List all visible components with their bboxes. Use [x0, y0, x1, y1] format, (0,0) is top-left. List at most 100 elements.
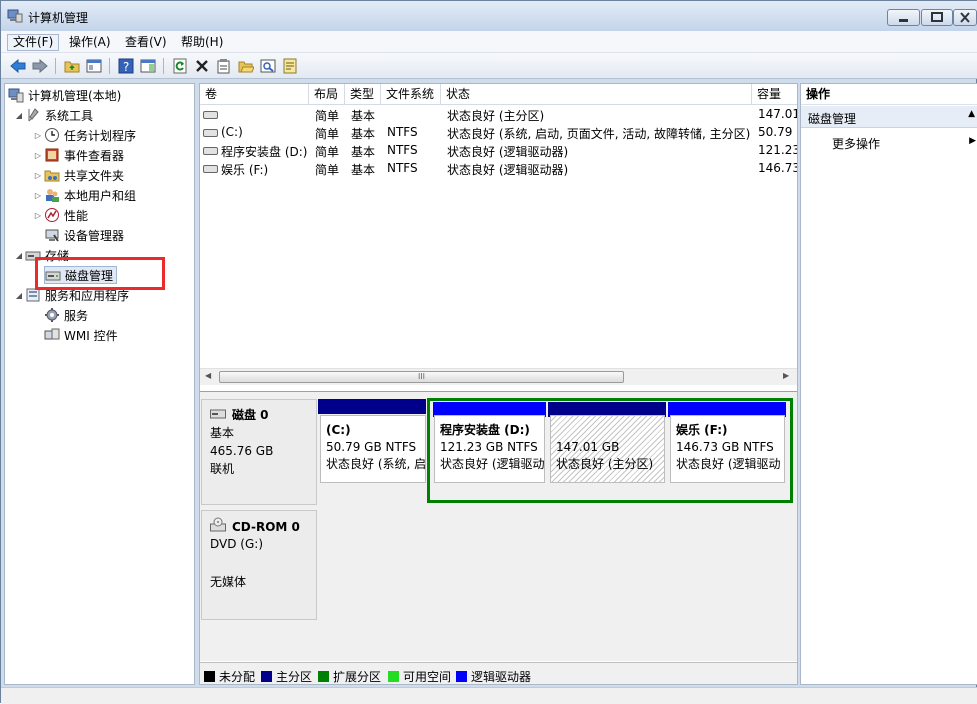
- table-cell-status: 状态良好 (逻辑驱动器): [447, 163, 569, 177]
- menu-view[interactable]: 查看(V): [119, 34, 173, 51]
- tree-label: 系统工具: [45, 108, 94, 123]
- users-icon: [44, 187, 60, 203]
- partition-d[interactable]: 程序安装盘 (D:) 121.23 GB NTFS 状态良好 (逻辑驱动: [434, 415, 545, 483]
- column-header-filesystem[interactable]: 文件系统: [381, 84, 441, 105]
- legend-swatch: [318, 671, 329, 682]
- show-tree-icon[interactable]: [85, 57, 103, 75]
- partition-size: 147.01 GB: [556, 440, 620, 454]
- tree-item-event-viewer[interactable]: ▷ 事件查看器: [32, 146, 124, 164]
- collapse-arrow-icon[interactable]: ▲: [968, 109, 975, 119]
- partition-primary[interactable]: 147.01 GB 状态良好 (主分区): [550, 415, 665, 483]
- partition-status: 状态良好 (系统, 启: [326, 457, 426, 471]
- tree-item-system-tools[interactable]: ◢ 系统工具: [13, 106, 93, 124]
- toolbar: ?: [1, 53, 977, 79]
- table-cell-type: 基本: [351, 145, 376, 159]
- expanded-arrow-icon[interactable]: ◢: [13, 111, 25, 120]
- tree-item-computer-management[interactable]: 计算机管理(本地): [8, 86, 121, 104]
- menu-file[interactable]: 文件(F): [7, 34, 60, 51]
- more-actions-item[interactable]: 更多操作 ▶: [801, 134, 977, 152]
- disk-management-pane: 卷 布局 类型 文件系统 状态 容量 简单 基本 状态良好 (主分区) 147.01(…: [199, 83, 798, 685]
- tree-item-local-users[interactable]: ▷ 本地用户和组: [32, 186, 136, 204]
- scroll-right-arrow-icon[interactable]: ▶: [783, 371, 789, 380]
- collapsed-arrow-icon[interactable]: ▷: [32, 151, 44, 160]
- export-icon[interactable]: [281, 57, 299, 75]
- legend-label: 扩展分区: [333, 670, 382, 684]
- collapsed-arrow-icon[interactable]: ▷: [32, 131, 44, 140]
- tree-item-wmi-control[interactable]: WMI 控件: [44, 326, 118, 344]
- expanded-arrow-icon[interactable]: ◢: [13, 291, 25, 300]
- tree-item-device-manager[interactable]: 设备管理器: [44, 226, 124, 244]
- refresh-icon[interactable]: [171, 57, 189, 75]
- event-viewer-icon: [44, 147, 60, 163]
- tree-label: 计算机管理(本地): [28, 88, 122, 103]
- volume-list-header: 卷 布局 类型 文件系统 状态 容量: [200, 84, 797, 105]
- cdrom-0-state: 无媒体: [210, 575, 247, 589]
- close-button[interactable]: [953, 9, 977, 26]
- help-icon[interactable]: ?: [117, 57, 135, 75]
- menu-action[interactable]: 操作(A): [63, 34, 117, 51]
- tree-item-services[interactable]: 服务: [44, 306, 88, 324]
- disk-0-label[interactable]: 磁盘 0 基本 465.76 GB 联机: [201, 399, 317, 505]
- legend-label: 逻辑驱动器: [471, 670, 532, 684]
- open-icon[interactable]: [237, 57, 255, 75]
- disk-0-size: 465.76 GB: [210, 444, 274, 458]
- table-row[interactable]: 娱乐 (F:) 简单 基本 NTFS 状态良好 (逻辑驱动器) 146.73: [200, 160, 797, 178]
- column-header-volume[interactable]: 卷: [200, 84, 309, 105]
- collapsed-arrow-icon[interactable]: ▷: [32, 211, 44, 220]
- scroll-left-arrow-icon[interactable]: ◀: [205, 371, 211, 380]
- column-header-type[interactable]: 类型: [345, 84, 381, 105]
- tree-item-shared-folders[interactable]: ▷ 共享文件夹: [32, 166, 124, 184]
- minimize-button[interactable]: [887, 9, 920, 26]
- legend-item: 扩展分区: [318, 668, 381, 685]
- disk-icon: [210, 408, 226, 422]
- performance-icon: [44, 207, 60, 223]
- properties-icon[interactable]: [215, 57, 233, 75]
- back-icon[interactable]: [9, 57, 27, 75]
- partition-f[interactable]: 娱乐 (F:) 146.73 GB NTFS 状态良好 (逻辑驱动: [670, 415, 785, 483]
- actions-section-disk-management[interactable]: 磁盘管理 ▲: [801, 106, 977, 128]
- toolbar-separator: [55, 58, 56, 74]
- maximize-button[interactable]: [921, 9, 953, 26]
- column-header-layout[interactable]: 布局: [309, 84, 345, 105]
- shared-folder-icon: [44, 167, 60, 183]
- expanded-arrow-icon[interactable]: ◢: [13, 251, 25, 260]
- status-bar: [1, 687, 977, 704]
- tree-label: 性能: [64, 208, 89, 223]
- tree-item-performance[interactable]: ▷ 性能: [32, 206, 88, 224]
- table-cell-vol: (C:): [221, 125, 243, 139]
- column-header-status[interactable]: 状态: [441, 84, 752, 105]
- search-icon[interactable]: [259, 57, 277, 75]
- tree-item-task-scheduler[interactable]: ▷ 任务计划程序: [32, 126, 136, 144]
- table-cell-layout: 简单: [315, 109, 340, 123]
- partition-c[interactable]: (C:) 50.79 GB NTFS 状态良好 (系统, 启: [320, 415, 426, 483]
- system-tools-icon: [25, 107, 41, 123]
- show-action-pane-icon[interactable]: [139, 57, 157, 75]
- volume-icon: [203, 165, 218, 173]
- delete-icon[interactable]: [193, 57, 211, 75]
- actions-pane: 操作 磁盘管理 ▲ 更多操作 ▶: [800, 83, 977, 685]
- table-row[interactable]: 简单 基本 状态良好 (主分区) 147.01: [200, 106, 797, 124]
- table-row[interactable]: 程序安装盘 (D:) 简单 基本 NTFS 状态良好 (逻辑驱动器) 121.23: [200, 142, 797, 160]
- horizontal-scrollbar[interactable]: ◀ III ▶: [200, 368, 797, 385]
- up-folder-icon[interactable]: [63, 57, 81, 75]
- collapsed-arrow-icon[interactable]: ▷: [32, 171, 44, 180]
- table-cell-status: 状态良好 (逻辑驱动器): [447, 145, 569, 159]
- forward-icon[interactable]: [31, 57, 49, 75]
- submenu-arrow-icon: ▶: [969, 136, 976, 146]
- scrollbar-thumb[interactable]: III: [219, 371, 624, 383]
- menu-help[interactable]: 帮助(H): [175, 34, 229, 51]
- tree-label: 设备管理器: [64, 228, 125, 243]
- table-row[interactable]: (C:) 简单 基本 NTFS 状态良好 (系统, 启动, 页面文件, 活动, 故障转储…: [200, 124, 797, 142]
- cdrom-0-drive: DVD (G:): [210, 537, 263, 551]
- svg-text:?: ?: [123, 60, 129, 74]
- menu-bar: 文件(F) 操作(A) 查看(V) 帮助(H): [1, 31, 977, 53]
- cdrom-0-label[interactable]: CD-ROM 0 DVD (G:) 无媒体: [201, 510, 317, 620]
- clock-icon: [44, 127, 60, 143]
- scrollbar-grip: III: [417, 372, 426, 381]
- legend-item: 逻辑驱动器: [456, 668, 531, 685]
- column-header-capacity[interactable]: 容量: [752, 84, 797, 105]
- gear-icon: [44, 307, 60, 323]
- collapsed-arrow-icon[interactable]: ▷: [32, 191, 44, 200]
- table-cell-status: 状态良好 (系统, 启动, 页面文件, 活动, 故障转储, 主分区): [447, 127, 751, 141]
- disk-graphical-view: 磁盘 0 基本 465.76 GB 联机 (C:) 50.79 GB NTFS …: [200, 391, 797, 661]
